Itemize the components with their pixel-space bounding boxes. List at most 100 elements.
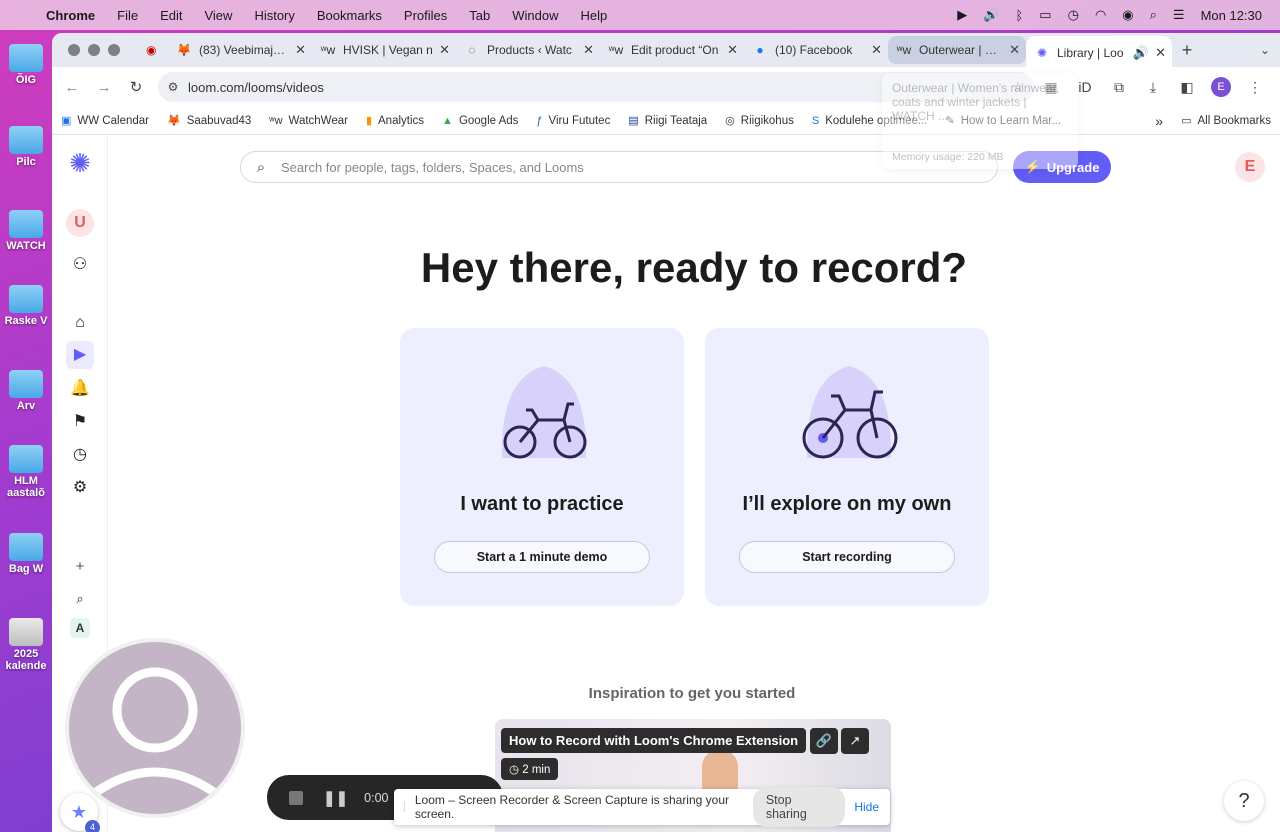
bookmark-item[interactable]: ▮ Analytics: [357, 114, 433, 128]
tab-outerwear[interactable]: ʷw Outerwear | Won ✕: [888, 36, 1026, 64]
macos-menu-bar: Chrome File Edit View History Bookmarks …: [0, 0, 1280, 30]
start-recording-button[interactable]: Start recording: [739, 541, 955, 573]
tab-edit-product[interactable]: ʷw Edit product “On ✕: [600, 33, 744, 67]
speaker-icon[interactable]: 🔊: [1133, 45, 1149, 61]
loom-extension-badge[interactable]: ★ 4: [60, 793, 100, 832]
menu-window[interactable]: Window: [501, 8, 569, 23]
menu-help[interactable]: Help: [570, 8, 619, 23]
more-menu-icon[interactable]: ⋮: [1238, 79, 1272, 96]
open-external-icon[interactable]: ↗: [841, 728, 869, 754]
minimize-window-button[interactable]: [88, 44, 100, 56]
folder-icon: [9, 126, 43, 154]
desktop-folder[interactable]: Pilc: [0, 126, 52, 168]
close-tab-icon[interactable]: ✕: [727, 42, 738, 58]
menu-profiles[interactable]: Profiles: [393, 8, 458, 23]
zoom-window-button[interactable]: [108, 44, 120, 56]
copy-link-icon[interactable]: 🔗: [810, 728, 838, 754]
start-demo-button[interactable]: Start a 1 minute demo: [434, 541, 650, 573]
profile-avatar[interactable]: E: [1211, 77, 1231, 97]
notifications-icon[interactable]: 🔔: [66, 375, 94, 403]
site-info-icon[interactable]: ⚙: [158, 80, 188, 94]
all-bookmarks-button[interactable]: ▭ All Bookmarks: [1172, 114, 1280, 128]
desktop-file[interactable]: 2025 kalende: [0, 618, 52, 672]
bluetooth-icon[interactable]: ᛒ: [1015, 8, 1023, 23]
workspace-avatar[interactable]: U: [66, 209, 94, 237]
menu-history[interactable]: History: [243, 8, 305, 23]
desktop-folder[interactable]: Bag W: [0, 533, 52, 575]
close-tab-icon[interactable]: ✕: [295, 42, 306, 58]
url-text[interactable]: loom.com/looms/videos: [188, 80, 324, 95]
bookmark-icon[interactable]: ⚑: [66, 408, 94, 436]
video-title: How to Record with Loom's Chrome Extensi…: [501, 728, 807, 753]
user-avatar[interactable]: E: [1235, 152, 1265, 182]
close-tab-icon[interactable]: ✕: [1009, 42, 1020, 58]
wifi-icon[interactable]: ◠: [1095, 7, 1106, 23]
menu-file[interactable]: File: [106, 8, 149, 23]
battery-icon[interactable]: ▭: [1039, 7, 1051, 23]
stop-record-button[interactable]: [289, 790, 303, 805]
side-panel-icon[interactable]: ◧: [1170, 79, 1204, 96]
menu-edit[interactable]: Edit: [149, 8, 193, 23]
tab-facebook[interactable]: ● (10) Facebook ✕: [744, 33, 888, 67]
tab-search-dropdown[interactable]: ⌄: [1250, 43, 1280, 57]
window-controls: [52, 44, 138, 56]
menu-app-name[interactable]: Chrome: [46, 8, 106, 23]
volume-icon[interactable]: 🔊: [983, 7, 999, 23]
bookmark-item[interactable]: ʷw WatchWear: [260, 115, 357, 127]
settings-gear-icon[interactable]: ⚙: [66, 474, 94, 502]
practice-card[interactable]: I want to practice Start a 1 minute demo: [400, 328, 684, 606]
tab-veebimajutus[interactable]: 🦊 (83) Veebimajutu ✕: [168, 33, 312, 67]
tab-loom-library[interactable]: ✺ Library | Loo 🔊 ✕: [1026, 36, 1172, 70]
drag-handle-icon[interactable]: ⁞: [394, 800, 415, 814]
control-center-icon[interactable]: ☰: [1173, 7, 1185, 23]
desktop-folder[interactable]: HLM aastalõ: [0, 445, 52, 499]
close-tab-icon[interactable]: ✕: [1155, 45, 1166, 61]
loom-logo-icon[interactable]: ✺: [66, 149, 94, 177]
new-tab-button[interactable]: +: [1172, 40, 1202, 61]
stop-sharing-button[interactable]: Stop sharing: [752, 787, 846, 827]
library-icon[interactable]: ▶: [66, 341, 94, 369]
help-button[interactable]: ?: [1224, 781, 1264, 821]
spotlight-icon[interactable]: ⌕: [1150, 7, 1157, 23]
menu-view[interactable]: View: [193, 8, 243, 23]
extensions-puzzle-icon[interactable]: ⧉: [1102, 79, 1136, 96]
desktop-folder[interactable]: ÕIG: [0, 44, 52, 86]
home-icon[interactable]: ⌂: [66, 309, 94, 337]
bookmark-item[interactable]: 🦊 Saabuvad43: [158, 114, 260, 128]
menu-bookmarks[interactable]: Bookmarks: [306, 8, 393, 23]
time-machine-icon[interactable]: ◷: [1068, 7, 1079, 23]
back-button[interactable]: ←: [56, 79, 88, 96]
space-avatar[interactable]: A: [70, 618, 90, 638]
reload-button[interactable]: ↻: [120, 78, 152, 96]
add-icon[interactable]: +: [66, 553, 94, 581]
bookmark-item[interactable]: ▤ Riigi Teataja: [619, 114, 716, 128]
bookmark-item[interactable]: ◎ Riigikohus: [716, 114, 803, 128]
close-window-button[interactable]: [68, 44, 80, 56]
pinned-tab[interactable]: ◉: [138, 33, 168, 67]
user-switch-icon[interactable]: ◉: [1122, 7, 1133, 23]
tab-hvisk[interactable]: ʷw HVISK | Vegan n ✕: [312, 33, 456, 67]
close-tab-icon[interactable]: ✕: [583, 42, 594, 58]
download-icon[interactable]: ⤓: [1136, 79, 1170, 96]
search-icon[interactable]: ⌕: [66, 585, 94, 613]
members-icon[interactable]: ⚇: [66, 251, 94, 279]
desktop-folder[interactable]: WATCH: [0, 210, 52, 252]
pause-button[interactable]: ❚❚: [323, 789, 348, 807]
hide-link[interactable]: Hide: [845, 800, 890, 814]
camera-bubble[interactable]: [65, 638, 245, 818]
menu-clock[interactable]: Mon 12:30: [1201, 8, 1262, 23]
bookmark-item[interactable]: ƒ Viru Fututec: [527, 115, 619, 127]
bookmark-item[interactable]: ▣ WW Calendar: [52, 114, 158, 128]
play-status-icon[interactable]: ▶: [957, 7, 967, 23]
close-tab-icon[interactable]: ✕: [439, 42, 450, 58]
forward-button[interactable]: →: [88, 79, 120, 96]
bookmarks-overflow-icon[interactable]: »: [1146, 113, 1172, 129]
close-tab-icon[interactable]: ✕: [871, 42, 882, 58]
menu-tab[interactable]: Tab: [458, 8, 501, 23]
desktop-folder[interactable]: Raske V: [0, 285, 52, 327]
desktop-folder[interactable]: Arv: [0, 370, 52, 412]
tab-products[interactable]: ◌ Products ‹ Watc ✕: [456, 33, 600, 67]
bookmark-item[interactable]: ▲ Google Ads: [433, 115, 527, 127]
explore-card[interactable]: I’ll explore on my own Start recording: [705, 328, 989, 606]
history-icon[interactable]: ◷: [66, 441, 94, 469]
